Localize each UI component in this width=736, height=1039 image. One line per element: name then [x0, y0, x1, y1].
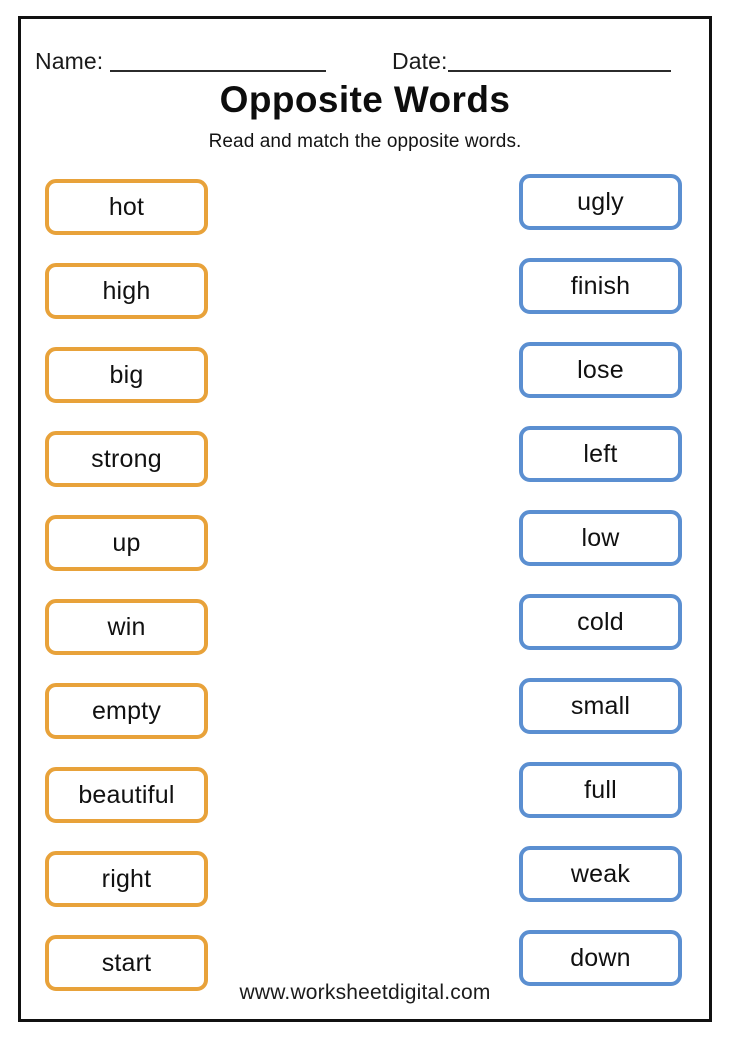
right-word-box[interactable]: full: [519, 762, 682, 818]
right-word-column: ugly finish lose left low cold small full weak do…: [519, 174, 682, 986]
left-word-box[interactable]: beautiful: [45, 767, 208, 823]
right-word-box[interactable]: cold: [519, 594, 682, 650]
word-label: win: [107, 612, 146, 641]
word-label: big: [109, 360, 144, 389]
right-word-box[interactable]: weak: [519, 846, 682, 902]
left-word-column: hot high big strong up win empty beautiful right…: [45, 179, 208, 991]
word-label: weak: [570, 859, 631, 888]
name-write-line[interactable]: [110, 69, 327, 72]
left-word-box[interactable]: up: [45, 515, 208, 571]
word-label: beautiful: [78, 780, 175, 809]
word-label: cold: [577, 607, 624, 636]
page-subtitle: Read and match the opposite words.: [208, 131, 522, 152]
name-label: Name:: [35, 48, 104, 74]
word-label: low: [581, 523, 620, 552]
word-label: small: [570, 691, 631, 720]
word-label: right: [101, 864, 152, 893]
student-info-row: Name: Date:: [21, 41, 709, 75]
word-label: left: [583, 439, 618, 468]
page-title: Opposite Words: [219, 79, 511, 120]
word-label: down: [570, 943, 631, 972]
left-word-box[interactable]: win: [45, 599, 208, 655]
left-word-box[interactable]: strong: [45, 431, 208, 487]
right-word-box[interactable]: down: [519, 930, 682, 986]
right-word-box[interactable]: lose: [519, 342, 682, 398]
word-label: start: [101, 948, 152, 977]
date-write-line[interactable]: [448, 69, 672, 72]
right-word-box[interactable]: low: [519, 510, 682, 566]
right-word-box[interactable]: left: [519, 426, 682, 482]
word-label: up: [112, 528, 141, 557]
word-label: lose: [577, 355, 624, 384]
word-label: hot: [108, 192, 145, 221]
word-label: ugly: [577, 187, 624, 216]
worksheet-page: Name: Date: Opposite Words Read and matc…: [18, 16, 712, 1022]
left-word-box[interactable]: hot: [45, 179, 208, 235]
word-label: empty: [91, 696, 162, 725]
word-label: full: [584, 775, 617, 804]
left-word-box[interactable]: big: [45, 347, 208, 403]
date-field[interactable]: Date:: [392, 41, 672, 75]
left-word-box[interactable]: right: [45, 851, 208, 907]
word-label: finish: [570, 271, 631, 300]
word-label: strong: [91, 444, 162, 473]
footer-website: www.worksheetdigital.com: [239, 981, 491, 1004]
right-word-box[interactable]: ugly: [519, 174, 682, 230]
right-word-box[interactable]: small: [519, 678, 682, 734]
word-label: high: [102, 276, 151, 305]
left-word-box[interactable]: high: [45, 263, 208, 319]
date-label: Date:: [392, 48, 448, 74]
name-field[interactable]: Name:: [35, 41, 327, 75]
right-word-box[interactable]: finish: [519, 258, 682, 314]
left-word-box[interactable]: empty: [45, 683, 208, 739]
